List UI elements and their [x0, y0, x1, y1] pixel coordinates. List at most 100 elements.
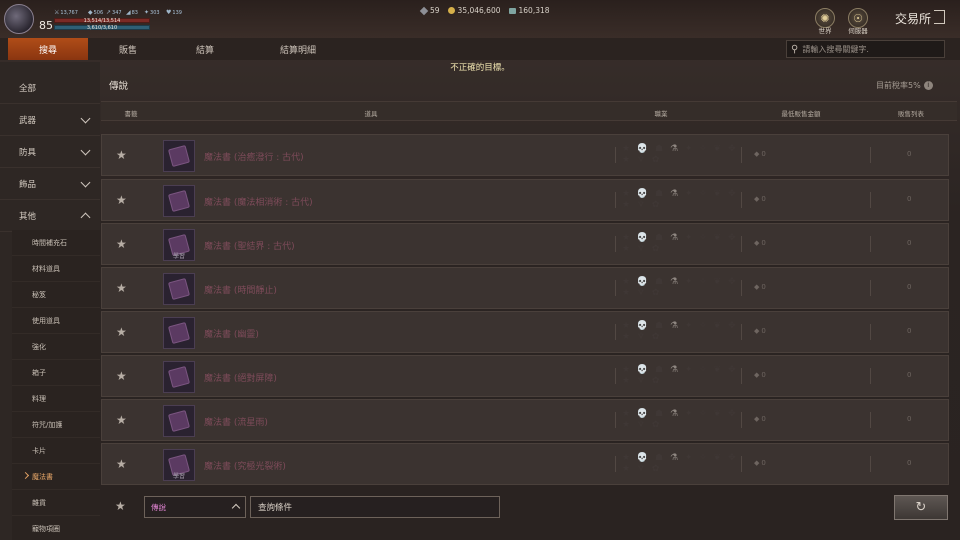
- divider: [870, 192, 871, 208]
- tab-settle-details[interactable]: 結算明細: [242, 38, 354, 60]
- crystal-icon: ◆: [754, 195, 760, 203]
- table-row[interactable]: ★ 學習 魔法書 (聖結界 : 古代) ★ 💀 ☗ ⚗ ✦ ✧ ❦ ✥ ★ ♆ ✿ ◆ 0 0: [101, 223, 949, 265]
- spellbook-icon: [167, 144, 191, 168]
- min-price: ◆ 0: [754, 195, 766, 203]
- sidebar-subitem-spellbooks[interactable]: 魔法書: [12, 464, 100, 490]
- min-price: ◆ 0: [754, 239, 766, 247]
- stat-defense: ◆ 506: [88, 9, 104, 16]
- grade-select[interactable]: 傳說: [144, 496, 246, 518]
- tab-search[interactable]: 搜尋: [8, 38, 88, 60]
- item-slot[interactable]: [163, 273, 195, 305]
- spellbook-icon: [167, 365, 191, 389]
- min-price: ◆ 0: [754, 150, 766, 158]
- sidebar-subitem-misc[interactable]: 雜貨: [12, 490, 100, 516]
- item-slot[interactable]: 學習: [163, 229, 195, 261]
- tax-rate: 目前稅率5% i: [876, 80, 933, 91]
- sidebar-subitem-boxes[interactable]: 箱子: [12, 360, 100, 386]
- item-name: 魔法書 (時間靜止): [204, 286, 277, 296]
- spellbook-icon: [167, 321, 191, 345]
- sales-count: 0: [907, 415, 912, 423]
- stat-evade: ◢ 83: [126, 9, 138, 16]
- table-header: 書籤 道具 職業 最低販售金額 販售列表: [101, 101, 957, 121]
- mp-bar: 3,610/3,610: [54, 25, 150, 31]
- item-name: 魔法書 (究極光裂術): [204, 462, 286, 472]
- favorite-star-icon[interactable]: ★: [116, 281, 127, 295]
- favorite-star-icon[interactable]: ★: [116, 193, 127, 207]
- item-slot[interactable]: 學習: [163, 449, 195, 481]
- search-input[interactable]: [802, 44, 933, 54]
- item-name: 魔法書 (聖結界 : 古代): [204, 242, 295, 252]
- query-input[interactable]: [250, 496, 500, 518]
- min-price: ◆ 0: [754, 327, 766, 335]
- divider: [741, 192, 742, 208]
- favorites-star-icon[interactable]: ★: [115, 499, 126, 513]
- table-row[interactable]: ★ 魔法書 (時間靜止) ★ 💀 ☗ ⚗ ✦ ✧ ❦ ✥ ★ ♆ ✿ ◆ 0 0: [101, 267, 949, 309]
- currency-bar: 59 35,046,600 160,318: [419, 6, 550, 15]
- table-row[interactable]: ★ 魔法書 (魔法相消術 : 古代) ★ 💀 ☗ ⚗ ✦ ✧ ❦ ✥ ★ ♆ ✿ ◆ 0 0: [101, 179, 949, 221]
- info-icon[interactable]: i: [923, 81, 933, 90]
- sidebar-subitem-cooking[interactable]: 料理: [12, 386, 100, 412]
- sidebar-item-armor[interactable]: 防具: [0, 136, 100, 168]
- header-item: 道具: [364, 110, 378, 118]
- favorite-star-icon[interactable]: ★: [116, 413, 127, 427]
- staff-icon: ✦: [144, 9, 150, 16]
- sidebar-subitem-pet-collars[interactable]: 寵物項圈: [12, 516, 100, 540]
- table-row[interactable]: ★ 學習 魔法書 (究極光裂術) ★ 💀 ☗ ⚗ ✦ ✧ ❦ ✥ ★ ♆ ✿ ◆ 0 0: [101, 443, 949, 485]
- header-min-price: 最低販售金額: [781, 110, 821, 118]
- exit-icon[interactable]: [934, 10, 945, 24]
- table-row[interactable]: ★ 魔法書 (絕對屏障) ★ 💀 ☗ ⚗ ✦ ✧ ❦ ✥ ★ ♆ ✿ ◆ 0 0: [101, 355, 949, 397]
- item-slot[interactable]: [163, 361, 195, 393]
- stat-magic: ✦ 303: [144, 9, 160, 16]
- tab-settle[interactable]: 結算: [168, 38, 242, 60]
- favorite-star-icon[interactable]: ★: [116, 457, 127, 471]
- crystal-currency: 59: [419, 6, 440, 15]
- page-title: 交易所: [895, 12, 932, 26]
- divider: [870, 412, 871, 428]
- min-price: ◆ 0: [754, 283, 766, 291]
- crystal-icon: ◆: [754, 371, 760, 379]
- category-title: 傳說: [109, 81, 129, 92]
- class-icons: ★ 💀 ☗ ⚗ ✦ ✧ ❦ ✥ ★ ♆ ✿: [622, 409, 738, 430]
- sidebar-item-all[interactable]: 全部: [0, 72, 100, 104]
- table-row[interactable]: ★ 魔法書 (流星雨) ★ 💀 ☗ ⚗ ✦ ✧ ❦ ✥ ★ ♆ ✿ ◆ 0 0: [101, 399, 949, 441]
- item-slot[interactable]: [163, 140, 195, 172]
- crystal-icon: ◆: [754, 327, 760, 335]
- divider: [870, 236, 871, 252]
- min-price: ◆ 0: [754, 371, 766, 379]
- divider: [870, 456, 871, 472]
- spellbook-icon: [167, 277, 191, 301]
- favorite-star-icon[interactable]: ★: [116, 237, 127, 251]
- chevron-right-icon: [21, 471, 30, 480]
- boot-icon: ◢: [126, 9, 131, 16]
- gold-currency: 35,046,600: [447, 6, 501, 15]
- sidebar-subitem-consumables[interactable]: 使用道具: [12, 308, 100, 334]
- learn-label: 學習: [173, 253, 186, 260]
- header-favorite: 書籤: [124, 110, 138, 118]
- sidebar-subitem-enhance[interactable]: 強化: [12, 334, 100, 360]
- favorite-star-icon[interactable]: ★: [116, 325, 127, 339]
- sidebar-subitem-cards[interactable]: 卡片: [12, 438, 100, 464]
- sidebar-item-accessories[interactable]: 飾品: [0, 168, 100, 200]
- item-slot[interactable]: [163, 405, 195, 437]
- favorite-star-icon[interactable]: ★: [116, 148, 127, 162]
- header-class: 職業: [654, 110, 668, 118]
- divider: [741, 368, 742, 384]
- search-box[interactable]: ⚲: [786, 40, 945, 58]
- sidebar-item-weapons[interactable]: 武器: [0, 104, 100, 136]
- sidebar-subitem-secret-books[interactable]: 秘笈: [12, 282, 100, 308]
- divider: [870, 280, 871, 296]
- item-slot[interactable]: [163, 317, 195, 349]
- item-slot[interactable]: [163, 185, 195, 217]
- player-avatar[interactable]: [4, 4, 34, 34]
- sidebar-subitem-materials[interactable]: 材料道具: [12, 256, 100, 282]
- refresh-button[interactable]: ↻: [894, 495, 948, 520]
- header-sales-list: 販售列表: [898, 110, 924, 118]
- divider: [741, 324, 742, 340]
- tab-sell[interactable]: 販售: [88, 38, 168, 60]
- sidebar-subitem-charms[interactable]: 符咒/加護: [12, 412, 100, 438]
- sidebar-subitem-time-stone[interactable]: 時間補充石: [12, 230, 100, 256]
- table-row[interactable]: ★ 魔法書 (幽靈) ★ 💀 ☗ ⚗ ✦ ✧ ❦ ✥ ★ ♆ ✿ ◆ 0 0: [101, 311, 949, 353]
- sidebar-item-others[interactable]: 其他: [0, 200, 100, 232]
- table-row[interactable]: ★ 魔法書 (治癒潑行 : 古代) ★ 💀 ☗ ⚗ ✦ ✧ ❦ ✥ ★ ♆ ✿ ◆ 0 0: [101, 134, 949, 176]
- favorite-star-icon[interactable]: ★: [116, 369, 127, 383]
